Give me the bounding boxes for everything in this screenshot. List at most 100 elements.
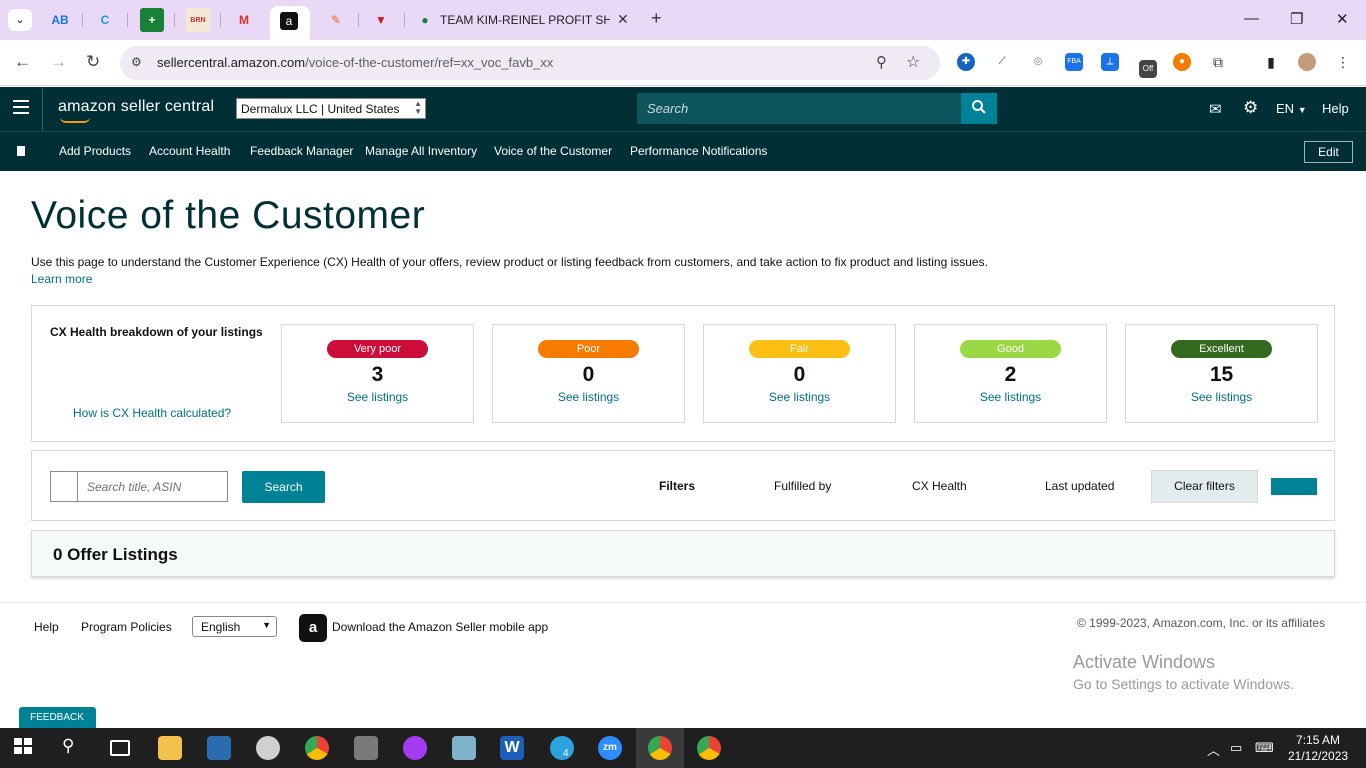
app-icon[interactable] [256, 736, 280, 760]
zoom-app-icon[interactable]: zm [598, 736, 622, 760]
tab-close-icon[interactable]: ✕ [617, 11, 629, 28]
telegram-icon[interactable]: 4 [550, 736, 574, 760]
filter-cx-health[interactable]: CX Health [912, 479, 967, 493]
listing-search-input[interactable]: Search title, ASIN [50, 471, 228, 502]
browser-tab-bar: ⌄ AB C + BRN M a ✎ ▼ ● TEAM KIM-REINEL P… [0, 0, 1366, 40]
gear-icon[interactable]: ⚙ [1243, 98, 1258, 118]
footer-language-select[interactable]: English ▼ [192, 616, 277, 637]
extension-icon[interactable]: ⟂ [1101, 53, 1119, 71]
windows-taskbar: ⚲ W 4 zm ︿ ▭ ⌨ 7:15 AM 21/12/2023 [0, 728, 1366, 768]
filter-action-button[interactable] [1271, 478, 1317, 495]
language-selector[interactable]: EN ▼ [1276, 101, 1307, 116]
header-help-link[interactable]: Help [1322, 101, 1349, 116]
feedback-tab[interactable]: FEEDBACK ✕ [19, 707, 96, 744]
calculator-icon[interactable] [354, 736, 378, 760]
nav-voice-of-customer[interactable]: Voice of the Customer [494, 144, 612, 158]
language-label: EN [1276, 101, 1295, 116]
extension-icon[interactable]: ✚ [957, 53, 975, 71]
pinned-tab-v-icon[interactable]: ▼ [369, 8, 393, 32]
extension-off-icon[interactable]: Off [1139, 60, 1157, 78]
site-info-icon[interactable]: ⚙ [131, 55, 142, 69]
omnibox[interactable]: ⚙ sellercentral.amazon.com/voice-of-the-… [120, 46, 940, 80]
nav-manage-inventory[interactable]: Manage All Inventory [365, 144, 477, 158]
nav-account-health[interactable]: Account Health [149, 144, 230, 158]
chrome-profile-icon[interactable] [697, 736, 721, 760]
active-tab-amazon[interactable]: a [270, 6, 310, 40]
pinned-tab-c-icon[interactable]: C [93, 8, 117, 32]
bookmark-star-icon[interactable]: ☆ [906, 52, 920, 72]
account-selector[interactable]: Dermalux LLC | United States ▲ ▼ [236, 98, 426, 119]
pinned-tab-product-icon[interactable]: BRN [186, 8, 210, 32]
back-icon[interactable]: ← [14, 52, 31, 72]
search-input-prefix[interactable] [51, 472, 78, 501]
extension-fba-icon[interactable]: FBA [1065, 53, 1083, 71]
seller-central-nav: Add Products Account Health Feedback Man… [0, 131, 1366, 171]
footer-help-link[interactable]: Help [34, 620, 59, 634]
forward-icon[interactable]: → [50, 52, 67, 72]
see-listings-link[interactable]: See listings [493, 390, 684, 404]
pinned-tab-ab-icon[interactable]: AB [48, 8, 72, 32]
extensions-puzzle-icon[interactable]: ⧉ [1209, 53, 1227, 71]
filter-last-updated[interactable]: Last updated [1045, 479, 1114, 493]
tray-chevron-up-icon[interactable]: ︿ [1207, 740, 1220, 759]
nav-performance-notifications[interactable]: Performance Notifications [630, 144, 767, 158]
task-view-icon[interactable] [110, 740, 130, 756]
menu-kebab-icon[interactable]: ⋮ [1334, 53, 1352, 71]
messenger-icon[interactable] [403, 736, 427, 760]
zoom-icon[interactable]: ⚲ [876, 53, 887, 71]
pinned-tab-gmail-icon[interactable]: M [232, 8, 256, 32]
nav-add-products[interactable]: Add Products [59, 144, 131, 158]
minimize-icon[interactable]: — [1244, 10, 1259, 27]
mail-icon[interactable]: ✉ [1209, 100, 1222, 118]
taskbar-clock[interactable]: 7:15 AM 21/12/2023 [1288, 732, 1348, 764]
word-icon[interactable]: W [500, 736, 524, 760]
side-panel-icon[interactable]: ▮ [1262, 53, 1280, 71]
extension-icon[interactable]: ◎ [1029, 53, 1047, 71]
amazon-app-icon[interactable]: a [299, 614, 327, 642]
search-button[interactable]: Search [242, 471, 325, 503]
chrome-icon[interactable] [305, 736, 329, 760]
extension-icon[interactable]: ● [1173, 53, 1191, 71]
edit-nav-button[interactable]: Edit [1304, 141, 1353, 163]
header-search-input[interactable]: Search [637, 93, 962, 124]
nav-feedback-manager[interactable]: Feedback Manager [250, 144, 353, 158]
reload-icon[interactable]: ↻ [86, 52, 100, 72]
filter-fulfilled-by[interactable]: Fulfilled by [774, 479, 831, 493]
tab-separator [82, 13, 83, 27]
restore-icon[interactable]: ❐ [1290, 10, 1303, 28]
tray-app-icon[interactable]: ▭ [1230, 740, 1242, 756]
activate-windows-watermark: Activate Windows Go to Settings to activ… [1073, 652, 1294, 692]
cx-count: 15 [1209, 363, 1234, 386]
tab-title[interactable]: TEAM KIM-REINEL PROFIT SHEE [440, 13, 610, 27]
learn-more-link[interactable]: Learn more [31, 272, 92, 286]
url-text[interactable]: sellercentral.amazon.com/voice-of-the-cu… [157, 55, 553, 70]
see-listings-link[interactable]: See listings [1126, 390, 1317, 404]
see-listings-link[interactable]: See listings [704, 390, 895, 404]
footer-program-policies-link[interactable]: Program Policies [81, 620, 172, 634]
profile-avatar[interactable] [1298, 53, 1316, 71]
app-icon[interactable] [207, 736, 231, 760]
window-close-icon[interactable]: ✕ [1336, 10, 1349, 28]
download-app-link[interactable]: Download the Amazon Seller mobile app [332, 620, 548, 634]
new-tab-icon[interactable]: + [651, 8, 662, 29]
pinned-tab-pen-icon[interactable]: ✎ [324, 8, 348, 32]
seller-central-logo[interactable]: amazon seller central [58, 98, 214, 116]
pinned-tab-sheets-icon[interactable]: + [140, 8, 164, 32]
see-listings-link[interactable]: See listings [915, 390, 1106, 404]
app-icon[interactable] [452, 736, 476, 760]
taskbar-search-icon[interactable]: ⚲ [62, 736, 86, 760]
chrome-profile-icon[interactable] [648, 736, 672, 760]
file-explorer-icon[interactable] [158, 736, 182, 760]
cx-health-how-link[interactable]: How is CX Health calculated? [73, 406, 231, 420]
see-listings-link[interactable]: See listings [282, 390, 473, 404]
cx-health-heading: CX Health breakdown of your listings [50, 325, 263, 339]
extension-icon[interactable]: ⟋ [993, 53, 1011, 71]
hamburger-menu-icon[interactable] [13, 100, 29, 116]
windows-start-icon[interactable] [13, 736, 37, 760]
header-search-button[interactable] [961, 93, 997, 124]
bookmark-icon[interactable] [17, 146, 25, 156]
tab-search-dropdown-icon[interactable]: ⌄ [8, 9, 32, 31]
amazon-smile-logo [60, 117, 90, 123]
clear-filters-button[interactable]: Clear filters [1151, 470, 1258, 503]
keyboard-icon[interactable]: ⌨ [1255, 740, 1274, 756]
